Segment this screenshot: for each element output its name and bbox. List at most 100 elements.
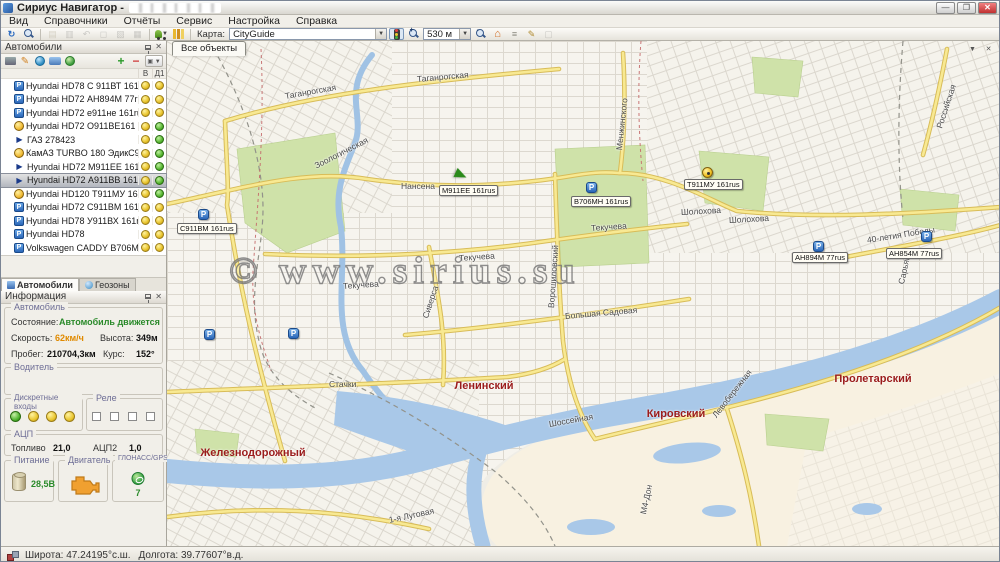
status-dot (155, 81, 164, 90)
close-icon[interactable]: ✕ (155, 293, 162, 301)
menu-service[interactable]: Сервис (168, 15, 220, 28)
extra-button[interactable]: ▢ (541, 28, 556, 40)
menu-help[interactable]: Справка (288, 15, 345, 28)
edit-map-button[interactable]: ✎ (524, 28, 539, 40)
status-dot (141, 149, 150, 158)
home-button[interactable]: ⌂ (490, 28, 505, 40)
map-select-combo[interactable]: CityGuide ▼ (229, 28, 387, 40)
remove-vehicle-button[interactable]: − (130, 56, 142, 67)
minimize-button[interactable]: — (936, 2, 955, 14)
vehicle-row[interactable]: Hyundai HD120 Т911МУ 161rus (1, 187, 166, 201)
parking-marker-icon[interactable] (813, 241, 824, 252)
stop-button[interactable]: ◻ (96, 28, 111, 40)
globe-icon (35, 56, 45, 66)
scale-combo[interactable]: 530 м ▼ (423, 28, 471, 40)
traffic-button[interactable] (389, 28, 404, 40)
map-area[interactable]: © www.sirius.su Таганрогская Таганрогска… (167, 41, 1000, 546)
geo-button[interactable] (64, 56, 76, 67)
vehicle-row[interactable]: Hyundai HD72 е911не 161rus (1, 106, 166, 120)
relay-checkbox[interactable] (110, 412, 119, 421)
tab-geozones[interactable]: Геозоны (79, 278, 136, 291)
menu-settings[interactable]: Настройка (220, 15, 288, 28)
vehicle-row[interactable]: Hyundai HD72 О911ВЕ161 (1, 120, 166, 134)
street-label: Шолохова (681, 205, 722, 217)
zoom-in-button[interactable]: + (406, 28, 421, 40)
tab-vehicles[interactable]: Автомобили (1, 278, 79, 291)
edit-list-button[interactable]: ✎ (19, 56, 31, 67)
adc2-label: АЦП2 (93, 443, 117, 453)
pin-icon[interactable] (145, 45, 151, 50)
refresh-icon: ↻ (8, 29, 16, 40)
vehicle-row[interactable]: Hyundai HD78 (1, 228, 166, 242)
mileage-label: Пробег: (11, 349, 43, 359)
parking-marker-icon[interactable] (288, 328, 299, 339)
undo-button[interactable]: ↶ (79, 28, 94, 40)
parking-marker-icon[interactable] (198, 209, 209, 220)
refresh-button[interactable]: ↻ (4, 28, 19, 40)
vehicle-marker-label[interactable]: М911ЕЕ 161rus (439, 185, 498, 196)
vehicle-row[interactable]: Hyundai HD72 С911ВМ 161rus (1, 201, 166, 215)
map-close-button[interactable]: ✕ (982, 44, 995, 55)
search-button[interactable] (21, 28, 36, 40)
close-button[interactable]: ✕ (978, 2, 997, 14)
vehicle-marker-label[interactable]: В706МН 161rus (571, 196, 631, 207)
home-icon: ⌂ (494, 28, 501, 40)
map-select-label: Карта: (195, 29, 227, 40)
zoom-out-button[interactable]: - (473, 28, 488, 40)
parking-marker-icon[interactable] (921, 231, 932, 242)
vehicle-ball-icon[interactable] (702, 167, 713, 178)
vehicle-row[interactable]: ГАЗ 278423 (1, 133, 166, 147)
glonass-gps-icon (132, 472, 145, 485)
legend-button[interactable]: ≡ (507, 28, 522, 40)
pin-icon[interactable] (145, 294, 151, 299)
vehicle-marker-label[interactable]: АН894М 77rus (792, 252, 848, 263)
vehicles-column-header: В Д1 (1, 69, 166, 79)
parking-status-icon (14, 243, 24, 253)
parking-status-icon (14, 229, 24, 239)
vehicle-menu-button[interactable]: ▼ (154, 28, 169, 40)
vehicle-marker-label[interactable]: С911ВМ 161rus (177, 223, 237, 234)
stop-icon: ◻ (100, 29, 107, 40)
search-icon (24, 29, 34, 39)
follow-vehicle-button[interactable] (49, 56, 61, 67)
parking-marker-icon[interactable] (586, 182, 597, 193)
menu-directories[interactable]: Справочники (36, 15, 116, 28)
show-all-button[interactable] (34, 56, 46, 67)
vehicle-marker-label[interactable]: АН854М 77rus (886, 248, 942, 259)
parking-marker-icon[interactable] (204, 329, 215, 340)
journal-button[interactable]: ▤ (45, 28, 60, 40)
vehicle-row[interactable]: Hyundai HD78 У911ВХ 161rus (1, 214, 166, 228)
close-icon[interactable]: ✕ (155, 43, 162, 51)
status-dot (155, 189, 164, 198)
view-mode-button[interactable]: ▣ ▼ (145, 55, 163, 67)
status-dot (155, 216, 164, 225)
add-vehicle-button[interactable]: + (115, 56, 127, 67)
chart-button[interactable] (171, 28, 186, 40)
vehicle-row[interactable]: КамАЗ TURBO 180 ЭдикС911ЕС 61rus (1, 147, 166, 161)
vehicle-marker-label[interactable]: Т911МУ 161rus (684, 179, 743, 190)
columns-button[interactable]: ▦ (130, 28, 145, 40)
parking-status-icon (14, 81, 24, 91)
status-dot (141, 162, 150, 171)
menu-view[interactable]: Вид (1, 15, 36, 28)
vehicle-row-selected[interactable]: Hyundai HD72 А911ВВ 161rus (1, 174, 166, 188)
table-button[interactable]: ▥ (62, 28, 77, 40)
vehicle-row[interactable]: Hyundai HD72 М911ЕЕ 161rus (1, 160, 166, 174)
print-button[interactable] (4, 56, 16, 67)
vehicle-row[interactable]: Volkswagen CADDY В706МН 161rus (1, 241, 166, 255)
relay-checkbox[interactable] (92, 412, 101, 421)
vehicle-row[interactable]: Hyundai HD72 АН894М 77rus (1, 93, 166, 107)
relay-checkbox[interactable] (146, 412, 155, 421)
parking-status-icon (14, 94, 24, 104)
state-label: Состояние: (11, 317, 58, 327)
map-tab-all-objects[interactable]: Все объекты (172, 41, 246, 56)
zoom-in-icon: + (409, 29, 419, 39)
input-led (28, 411, 39, 422)
filter-button[interactable]: ▧ (113, 28, 128, 40)
vehicle-row[interactable]: Hyundai HD78 С 911ВТ 161rus (1, 79, 166, 93)
course-label: Курс: (103, 349, 125, 359)
restore-button[interactable]: ❐ (957, 2, 976, 14)
menu-reports[interactable]: Отчёты (116, 15, 169, 28)
relay-checkbox[interactable] (128, 412, 137, 421)
map-menu-button[interactable]: ▼ (966, 44, 979, 55)
